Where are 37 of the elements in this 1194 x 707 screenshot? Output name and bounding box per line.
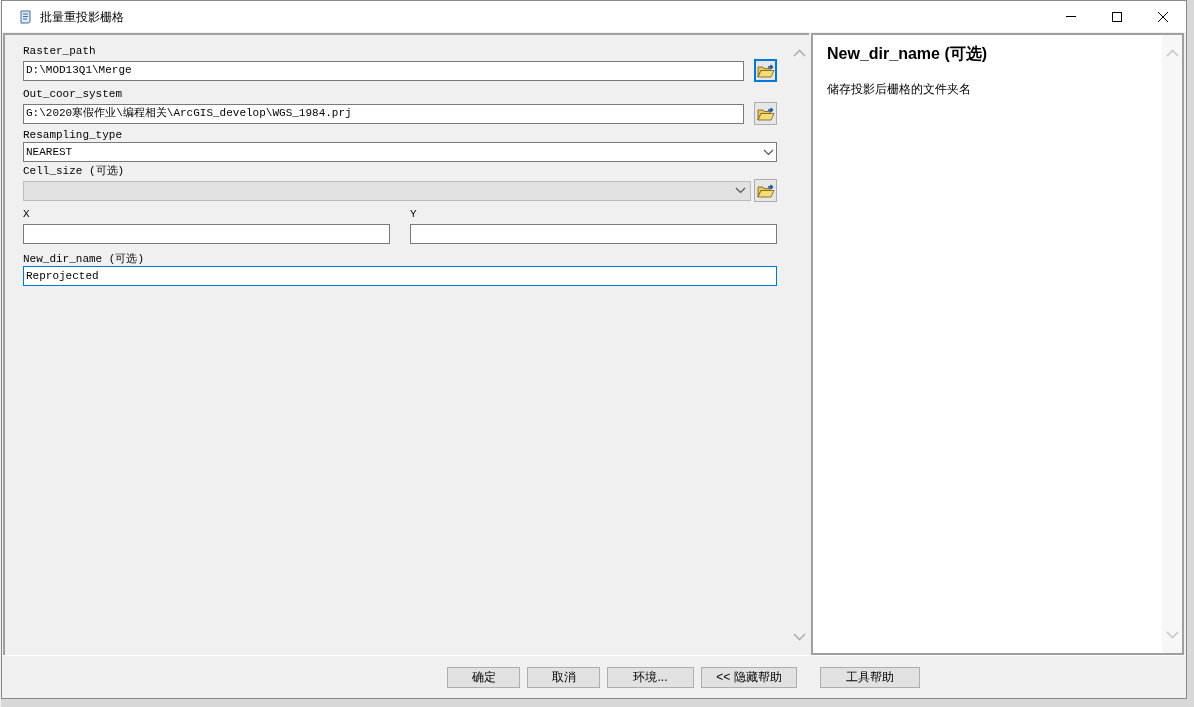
field-label: New_dir_name (可选) bbox=[23, 253, 146, 266]
maximize-icon bbox=[1112, 11, 1122, 22]
field-label: Raster_path bbox=[23, 45, 97, 58]
field-label: Out_coor_system bbox=[23, 88, 124, 101]
field-label: Y bbox=[410, 208, 418, 221]
open-folder-icon bbox=[756, 105, 775, 122]
close-icon bbox=[1158, 11, 1168, 22]
scroll-up-icon[interactable] bbox=[1165, 49, 1179, 57]
dialog-button[interactable]: << 隐藏帮助 bbox=[701, 666, 797, 688]
scroll-down-icon[interactable] bbox=[1165, 631, 1179, 639]
browse-button[interactable] bbox=[754, 59, 777, 82]
dialog-button[interactable]: 工具帮助 bbox=[820, 666, 920, 688]
open-folder-icon bbox=[756, 182, 775, 199]
input-field[interactable] bbox=[23, 224, 390, 244]
field-label: Resampling_type bbox=[23, 129, 124, 142]
dialog-button[interactable]: 环境... bbox=[607, 666, 694, 688]
field-label: Cell_size (可选) bbox=[23, 165, 126, 178]
scroll-up-icon[interactable] bbox=[792, 49, 806, 57]
browse-button[interactable] bbox=[754, 102, 777, 125]
dialog-button[interactable]: 取消 bbox=[527, 666, 600, 688]
browse-button[interactable] bbox=[754, 179, 777, 202]
help-title: New_dir_name (可选) bbox=[827, 44, 989, 64]
scroll-down-icon[interactable] bbox=[792, 633, 806, 641]
chevron-down-icon bbox=[735, 187, 746, 194]
help-text: 储存投影后栅格的文件夹名 bbox=[827, 81, 972, 98]
dropdown-field[interactable]: NEAREST bbox=[23, 142, 777, 162]
path-field[interactable]: D:\MOD13Q1\Merge bbox=[23, 60, 744, 81]
field-label: X bbox=[23, 208, 31, 221]
input-field[interactable] bbox=[410, 224, 777, 244]
script-icon bbox=[18, 8, 34, 25]
chevron-down-icon bbox=[763, 148, 774, 156]
minimize-icon bbox=[1066, 16, 1076, 17]
window-title: 批量重投影栅格 bbox=[40, 8, 124, 26]
path-field[interactable]: G:\2020寒假作业\编程相关\ArcGIS_develop\WGS_1984.prj bbox=[23, 103, 744, 124]
dialog-button[interactable]: 确定 bbox=[447, 666, 520, 688]
open-folder-icon bbox=[756, 62, 775, 79]
input-field[interactable]: Reprojected bbox=[23, 266, 777, 286]
